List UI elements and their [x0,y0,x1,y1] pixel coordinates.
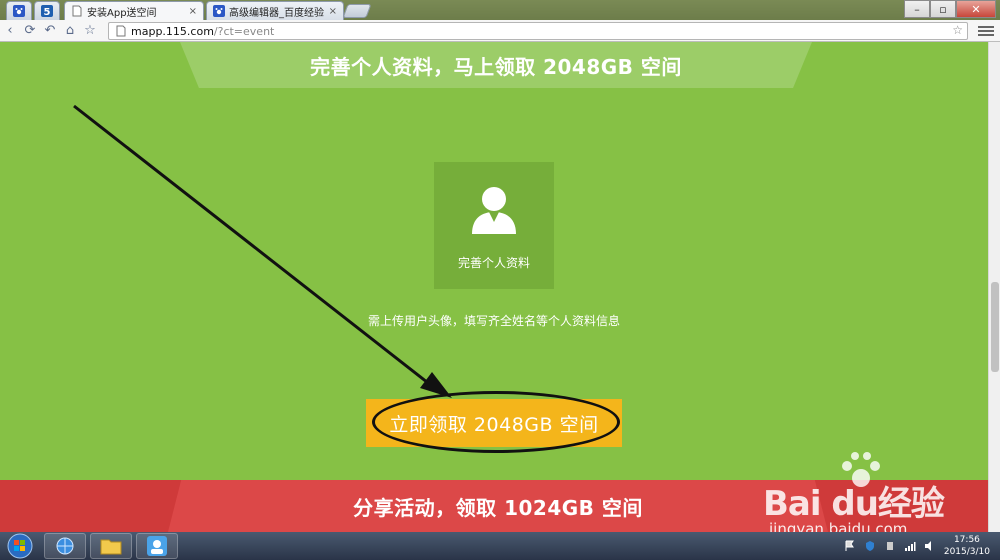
page-scrollbar[interactable] [988,42,1000,532]
start-button[interactable] [0,532,40,560]
scrollbar-thumb[interactable] [991,282,999,372]
s-logo-icon: 5 [41,5,53,17]
browser-tabstrip: 5 安装App送空间 × 高级编辑器_百度经验 × – ▫ ✕ [0,0,1000,20]
taskbar-clock[interactable]: 17:56 2015/3/10 [944,534,990,558]
tab-close-icon[interactable]: × [189,6,197,17]
bottom-banner: 分享活动，领取 1024GB 空间 [0,480,988,532]
flag-icon[interactable] [844,540,856,552]
page-icon [116,25,126,37]
back-icon[interactable]: ‹ [0,21,20,41]
app-people-icon [147,536,167,556]
clock-date: 2015/3/10 [943,547,990,557]
share-banner[interactable]: 分享活动，领取 1024GB 空间 [168,480,828,532]
undo-icon[interactable]: ↶ [40,21,60,41]
reload-icon[interactable]: ⟳ [20,21,40,41]
shield-icon[interactable] [864,540,876,552]
address-path: /?ct=event [213,24,275,38]
tab-close-icon[interactable]: × [329,6,337,17]
minimize-icon[interactable]: – [904,0,930,18]
window-controls: – ▫ ✕ [904,0,996,18]
taskbar-folder[interactable] [90,533,132,559]
windows-logo-icon [7,533,33,559]
paw-icon [213,5,225,17]
taskbar-ie[interactable] [44,533,86,559]
usb-icon[interactable] [884,540,896,552]
pinned-tab-baidu[interactable] [6,1,32,20]
annotation-arrow [73,104,452,398]
page-content: 完善个人资料，马上领取 2048GB 空间 完善个人资料 需上传用户头像，填写齐… [0,42,988,532]
address-host: mapp.115.com [131,24,214,38]
system-tray: 17:56 2015/3/10 [844,532,990,560]
clock-time: 17:56 [953,535,980,545]
taskbar-app[interactable] [136,533,178,559]
volume-icon[interactable] [924,540,936,552]
network-icon[interactable] [904,540,916,552]
tab-title: 安装App送空间 [87,7,157,19]
page-icon [72,5,82,17]
folder-icon [100,539,122,555]
bookmark-star-icon[interactable]: ☆ [952,23,963,37]
windows-taskbar: 17:56 2015/3/10 [0,532,1000,560]
svg-text:5: 5 [44,7,51,17]
tab-title: 高级编辑器_百度经验 [229,7,324,19]
browser-toolbar: ‹ ⟳ ↶ ⌂ ☆ mapp.115.com/?ct=event ☆ [0,20,1000,42]
new-tab-button[interactable] [342,4,372,18]
bottom-banner-text: 分享活动，领取 1024GB 空间 [353,495,643,520]
home-icon[interactable]: ⌂ [60,21,80,41]
maximize-icon[interactable]: ▫ [930,0,956,18]
close-window-icon[interactable]: ✕ [956,0,996,18]
menu-icon[interactable] [978,23,994,39]
globe-icon [56,537,74,555]
address-bar[interactable]: mapp.115.com/?ct=event ☆ [108,22,968,40]
paw-icon [13,5,25,17]
tab-active[interactable]: 安装App送空间 × [64,1,204,20]
star-icon[interactable]: ☆ [80,21,100,41]
pinned-tab-s[interactable]: 5 [34,1,60,20]
tab-inactive[interactable]: 高级编辑器_百度经验 × [206,1,344,20]
